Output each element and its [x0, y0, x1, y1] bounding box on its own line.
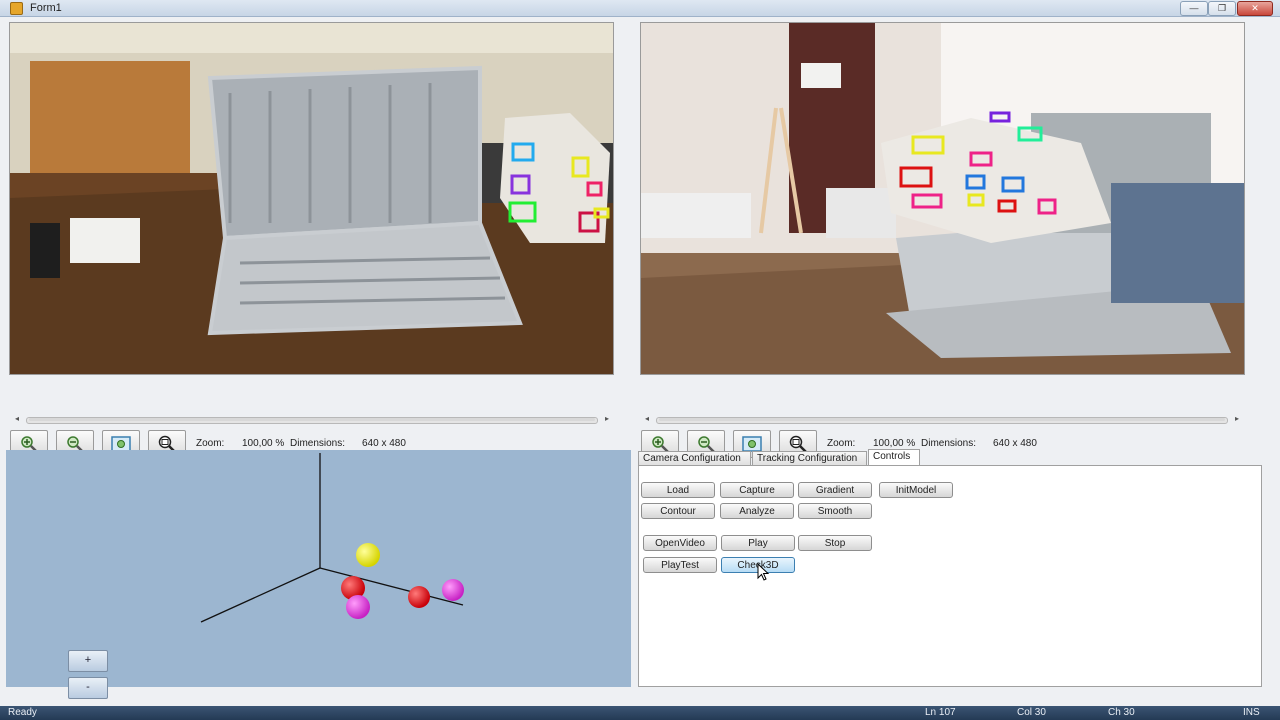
tab-camera-configuration[interactable]: Camera Configuration [638, 451, 751, 465]
left-camera-image [10, 23, 613, 374]
right-view-scrollbar[interactable]: ◂ ▸ [642, 413, 1242, 425]
scrollbar-track[interactable] [656, 417, 1228, 424]
right-camera-view [640, 22, 1245, 375]
scroll-right-arrow-icon[interactable]: ▸ [1232, 414, 1242, 423]
scroll-left-arrow-icon[interactable]: ◂ [12, 414, 22, 423]
zoom-value: 100,00 % [873, 438, 916, 449]
joint-sphere-magenta [442, 579, 464, 601]
scene-zoom-in-button-2[interactable]: + [68, 650, 108, 672]
dimensions-label: Dimensions: [921, 438, 977, 449]
scroll-left-arrow-icon[interactable]: ◂ [642, 414, 652, 423]
play-button[interactable]: Play [721, 535, 795, 551]
capture-button[interactable]: Capture [720, 482, 794, 498]
scrollbar-track[interactable] [26, 417, 598, 424]
smooth-button[interactable]: Smooth [798, 503, 872, 519]
zoom-value: 100,00 % [242, 438, 285, 449]
x-axis [200, 567, 321, 623]
left-view-scrollbar[interactable]: ◂ ▸ [12, 413, 612, 425]
openvideo-button[interactable]: OpenVideo [643, 535, 717, 551]
status-column: Col 30 [1017, 707, 1046, 718]
close-button[interactable]: ✕ [1237, 1, 1273, 16]
dimensions-label: Dimensions: [290, 438, 346, 449]
status-line: Ln 107 [925, 707, 956, 718]
zoom-label: Zoom: [196, 438, 225, 449]
stop-button[interactable]: Stop [798, 535, 872, 551]
status-ready: Ready [8, 707, 37, 718]
joint-sphere-yellow [356, 543, 380, 567]
contour-button[interactable]: Contour [641, 503, 715, 519]
tab-controls[interactable]: Controls [868, 449, 920, 466]
status-bar: Ready Ln 107 Col 30 Ch 30 INS [0, 706, 1280, 720]
mouse-cursor-icon [757, 563, 770, 581]
minimize-button[interactable]: — [1180, 1, 1208, 16]
tab-tracking-configuration[interactable]: Tracking Configuration [752, 451, 867, 465]
scrollbar-thumb[interactable] [659, 418, 1225, 421]
status-insert-mode: INS [1243, 707, 1260, 718]
status-char: Ch 30 [1108, 707, 1135, 718]
scene-zoom-out-button[interactable]: - [68, 677, 108, 699]
left-camera-view [9, 22, 614, 375]
restore-button[interactable]: ❐ [1208, 1, 1236, 16]
app-icon [10, 2, 23, 15]
title-bar: Form1 — ❐ ✕ [0, 0, 1280, 17]
initmodel-button[interactable]: InitModel [879, 482, 953, 498]
scroll-right-arrow-icon[interactable]: ▸ [602, 414, 612, 423]
joint-sphere-magenta [346, 595, 370, 619]
controls-panel [638, 465, 1262, 687]
zoom-label: Zoom: [827, 438, 856, 449]
dimensions-value: 640 x 480 [362, 438, 406, 449]
playtest-button[interactable]: PlayTest [643, 557, 717, 573]
right-camera-image [641, 23, 1244, 374]
scrollbar-thumb[interactable] [29, 418, 595, 421]
analyze-button[interactable]: Analyze [720, 503, 794, 519]
joint-sphere-red [408, 586, 430, 608]
gradient-button[interactable]: Gradient [798, 482, 872, 498]
dimensions-value: 640 x 480 [993, 438, 1037, 449]
load-button[interactable]: Load [641, 482, 715, 498]
window-title: Form1 [30, 2, 62, 14]
